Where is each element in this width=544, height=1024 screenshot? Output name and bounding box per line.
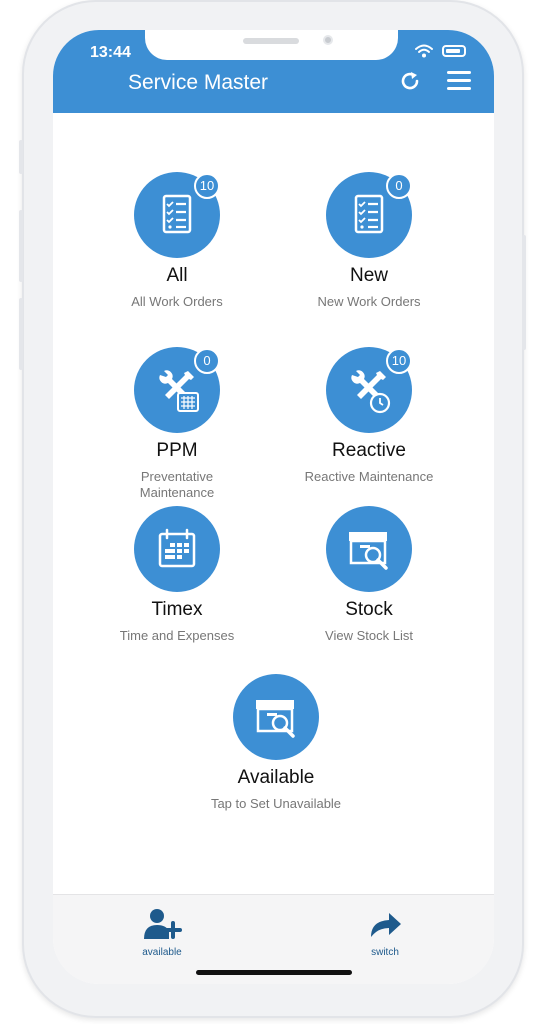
device-notch — [145, 30, 398, 60]
stock-icon-circle — [326, 506, 412, 592]
tile-availability[interactable]: Available Tap to Set Unavailable — [176, 674, 376, 812]
app-screen: 13:44 Service Master 10 All All Work Ord… — [53, 30, 494, 984]
tile-subtitle: Reactive Maintenance — [304, 469, 434, 484]
tools-calendar-icon — [159, 370, 199, 412]
new-orders-icon-circle: 0 — [326, 172, 412, 258]
reactive-badge: 10 — [386, 348, 412, 374]
front-camera — [323, 35, 333, 45]
tile-all-work-orders[interactable]: 10 All All Work Orders — [77, 172, 277, 310]
tools-clock-icon — [351, 370, 391, 414]
tile-title: New — [349, 265, 388, 286]
tile-subtitle: View Stock List — [325, 628, 413, 643]
tile-title: All — [166, 265, 188, 286]
reactive-icon-circle: 10 — [326, 347, 412, 433]
status-time: 13:44 — [90, 44, 131, 61]
hamburger-menu-icon[interactable] — [447, 71, 471, 91]
tile-reactive[interactable]: 10 Reactive Reactive Maintenance — [269, 347, 469, 485]
timex-icon-circle — [134, 506, 220, 592]
tile-subtitle: All Work Orders — [131, 294, 223, 309]
tile-subtitle: Tap to Set Unavailable — [210, 796, 342, 811]
tile-title: Timex — [151, 599, 203, 620]
box-search-icon — [256, 700, 295, 738]
switch-tab-label: switch — [371, 947, 399, 958]
calendar-icon — [158, 528, 196, 568]
all-orders-icon-circle: 10 — [134, 172, 220, 258]
share-arrow-icon — [371, 913, 401, 937]
tile-title: Stock — [345, 599, 393, 620]
tile-title: Available — [237, 767, 315, 788]
wifi-icon — [415, 44, 433, 58]
tile-subtitle: Time and Expenses — [119, 628, 235, 643]
ppm-icon-circle: 0 — [134, 347, 220, 433]
battery-icon — [442, 45, 466, 57]
availability-icon-circle — [233, 674, 319, 760]
tile-subtitle: Preventative Maintenance — [139, 469, 215, 500]
speaker-grille — [243, 38, 299, 44]
switch-tab[interactable]: switch — [345, 907, 425, 958]
tile-stock[interactable]: Stock View Stock List — [269, 506, 469, 644]
add-user-icon — [144, 909, 182, 939]
volume-down-button — [19, 298, 23, 370]
available-tab[interactable]: available — [122, 907, 202, 958]
silent-switch — [19, 140, 23, 174]
new-orders-badge: 0 — [386, 173, 412, 199]
power-button — [522, 235, 526, 350]
tile-title: PPM — [156, 440, 198, 461]
tile-subtitle: New Work Orders — [317, 294, 421, 309]
home-indicator — [196, 970, 352, 975]
checklist-icon — [354, 194, 384, 234]
available-tab-label: available — [142, 947, 182, 958]
tile-title: Reactive — [332, 440, 406, 461]
tile-ppm[interactable]: 0 PPM Preventative Maintenance — [77, 347, 277, 501]
tile-new-work-orders[interactable]: 0 New New Work Orders — [269, 172, 469, 310]
volume-up-button — [19, 210, 23, 282]
app-title: Service Master — [128, 71, 269, 94]
ppm-badge: 0 — [194, 348, 220, 374]
box-search-icon — [349, 532, 388, 570]
tile-timex[interactable]: Timex Time and Expenses — [77, 506, 277, 644]
all-orders-badge: 10 — [194, 173, 220, 199]
refresh-icon[interactable] — [399, 70, 421, 92]
app-header: 13:44 Service Master — [53, 30, 494, 113]
checklist-icon — [162, 194, 192, 234]
